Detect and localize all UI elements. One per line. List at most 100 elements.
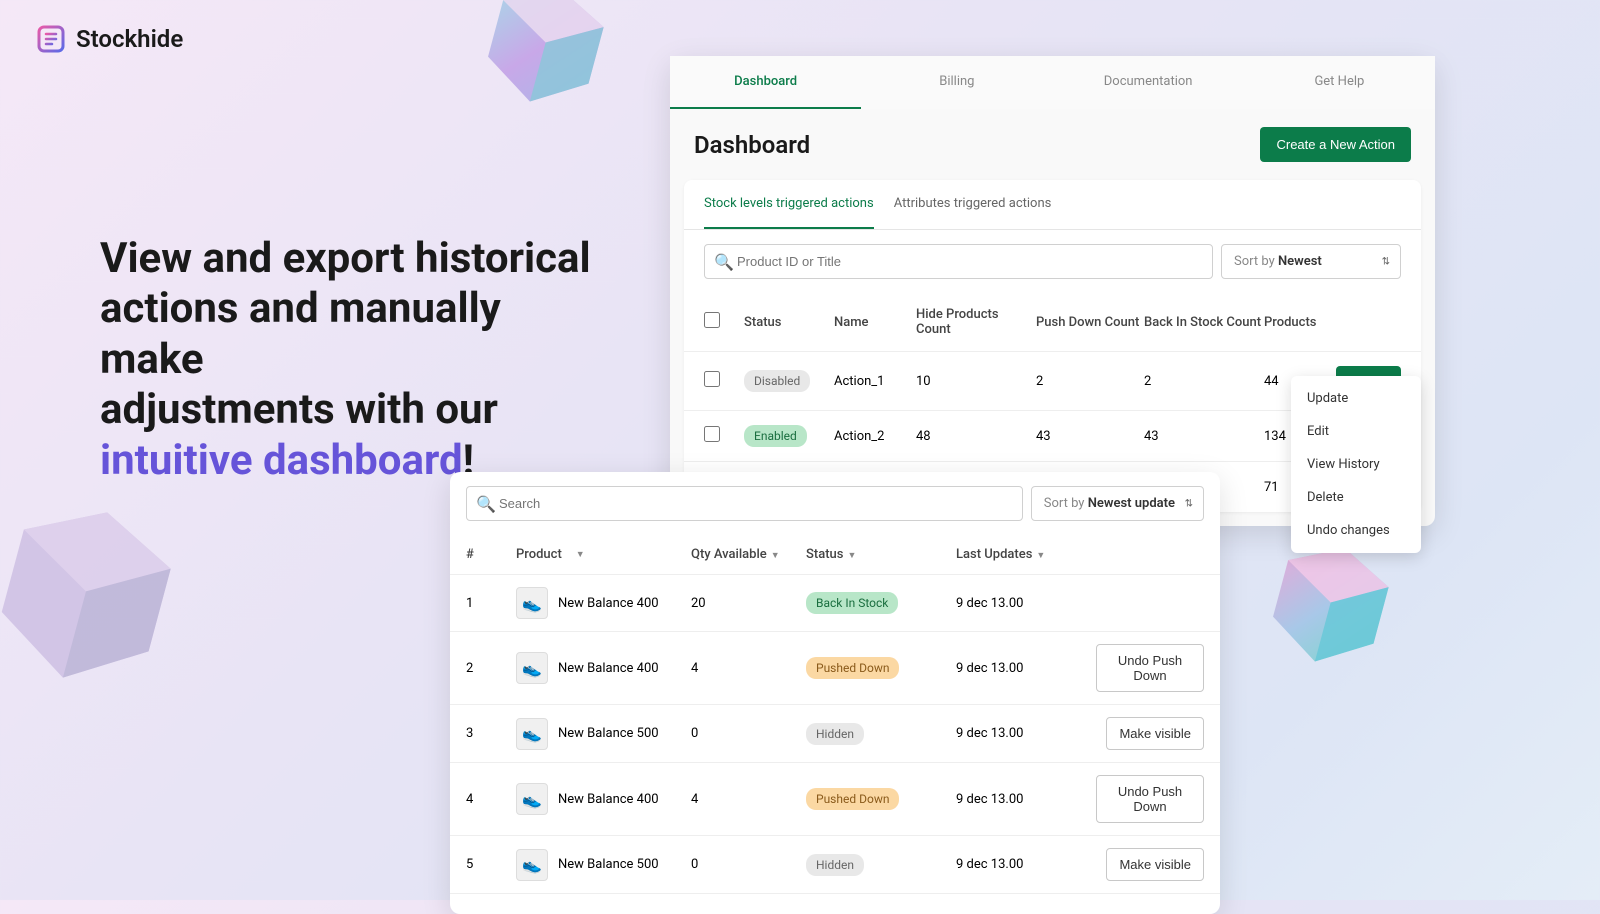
last-update: 9 dec 13.00 xyxy=(956,661,1096,676)
product-name: New Balance 500 xyxy=(558,726,659,741)
push-count: 2 xyxy=(1036,374,1144,389)
col-header-products: Products xyxy=(1264,315,1334,330)
last-update: 9 dec 13.00 xyxy=(956,726,1096,741)
row-action-button[interactable]: Undo Push Down xyxy=(1096,644,1204,692)
action-subtabs: Stock levels triggered actions Attribute… xyxy=(684,180,1421,230)
back-count: 2 xyxy=(1144,374,1264,389)
product-thumbnail: 👟 xyxy=(516,849,548,881)
sort-icon: ▼ xyxy=(771,551,780,561)
row-checkbox[interactable] xyxy=(704,371,720,387)
product-name: New Balance 400 xyxy=(558,661,659,676)
qty-available: 0 xyxy=(691,857,806,872)
tab-dashboard[interactable]: Dashboard xyxy=(670,56,861,109)
col-header-back: Back In Stock Count xyxy=(1144,315,1264,330)
push-count: 43 xyxy=(1036,429,1144,444)
row-number: 4 xyxy=(466,792,516,807)
col-header-name: Name xyxy=(834,315,916,330)
brand-name: Stockhide xyxy=(76,25,183,53)
tab-documentation[interactable]: Documentation xyxy=(1053,56,1244,109)
product-thumbnail: 👟 xyxy=(516,587,548,619)
row-number: 3 xyxy=(466,726,516,741)
col-header-qty[interactable]: Qty Available▼ xyxy=(691,547,806,562)
status-badge: Hidden xyxy=(806,723,864,745)
history-search-box: 🔍 xyxy=(466,486,1023,521)
select-all-checkbox[interactable] xyxy=(704,312,720,328)
menu-undo-changes[interactable]: Undo changes xyxy=(1291,514,1421,547)
action-name: Action_2 xyxy=(834,429,916,444)
sort-label: Sort by xyxy=(1234,254,1275,269)
col-header-num: # xyxy=(466,547,516,562)
col-header-updates[interactable]: Last Updates▼ xyxy=(956,547,1096,562)
tab-billing[interactable]: Billing xyxy=(861,56,1052,109)
dashboard-panel: Dashboard Billing Documentation Get Help… xyxy=(670,56,1435,526)
col-header-status[interactable]: Status▼ xyxy=(806,547,956,562)
logo-icon xyxy=(36,24,66,54)
status-badge: Pushed Down xyxy=(806,788,899,810)
col-header-product[interactable]: Product▼ xyxy=(516,547,691,562)
updown-icon: ⇅ xyxy=(1185,498,1193,509)
menu-view-history[interactable]: View History xyxy=(1291,448,1421,481)
row-number: 5 xyxy=(466,857,516,872)
status-badge: Back In Stock xyxy=(806,592,898,614)
history-sort-select[interactable]: Sort by Newest update ⇅ xyxy=(1031,486,1204,521)
qty-available: 4 xyxy=(691,792,806,807)
product-thumbnail: 👟 xyxy=(516,652,548,684)
row-actions-dropdown: Update Edit View History Delete Undo cha… xyxy=(1291,376,1421,553)
search-icon: 🔍 xyxy=(714,252,734,271)
subtab-attributes[interactable]: Attributes triggered actions xyxy=(894,180,1052,229)
sort-value: Newest update xyxy=(1088,496,1175,511)
product-row: 1 👟 New Balance 400 20 Back In Stock 9 d… xyxy=(450,575,1220,632)
sort-icon: ▼ xyxy=(1036,551,1045,561)
row-action-button[interactable]: Make visible xyxy=(1106,717,1204,750)
row-action-button[interactable]: Make visible xyxy=(1106,848,1204,881)
qty-available: 20 xyxy=(691,596,806,611)
status-badge: Disabled xyxy=(744,370,810,392)
menu-update[interactable]: Update xyxy=(1291,382,1421,415)
page-title: Dashboard xyxy=(694,131,810,159)
qty-available: 4 xyxy=(691,661,806,676)
history-panel: 🔍 Sort by Newest update ⇅ # Product▼ Qty… xyxy=(450,472,1220,914)
row-number: 2 xyxy=(466,661,516,676)
action-name: Action_1 xyxy=(834,374,916,389)
last-update: 9 dec 13.00 xyxy=(956,857,1096,872)
product-row: 3 👟 New Balance 500 0 Hidden 9 dec 13.00… xyxy=(450,705,1220,763)
headline-line: View and export historical xyxy=(100,234,591,283)
sort-icon: ▼ xyxy=(576,549,585,560)
product-row: 2 👟 New Balance 400 4 Pushed Down 9 dec … xyxy=(450,632,1220,705)
main-tabs: Dashboard Billing Documentation Get Help xyxy=(670,56,1435,109)
product-thumbnail: 👟 xyxy=(516,718,548,750)
actions-search-input[interactable] xyxy=(704,244,1213,279)
headline-line: adjustments with our xyxy=(100,385,498,434)
back-count: 43 xyxy=(1144,429,1264,444)
menu-edit[interactable]: Edit xyxy=(1291,415,1421,448)
sort-value: Newest xyxy=(1278,254,1322,269)
brand-logo: Stockhide xyxy=(36,24,183,54)
actions-search-box: 🔍 xyxy=(704,244,1213,279)
hide-count: 10 xyxy=(916,374,1036,389)
product-name: New Balance 400 xyxy=(558,792,659,807)
history-search-input[interactable] xyxy=(466,486,1023,521)
create-action-button[interactable]: Create a New Action xyxy=(1260,127,1411,162)
row-checkbox[interactable] xyxy=(704,426,720,442)
tab-get-help[interactable]: Get Help xyxy=(1244,56,1435,109)
row-number: 1 xyxy=(466,596,516,611)
last-update: 9 dec 13.00 xyxy=(956,792,1096,807)
status-badge: Hidden xyxy=(806,854,864,876)
sort-label: Sort by xyxy=(1044,496,1085,511)
product-name: New Balance 500 xyxy=(558,857,659,872)
decorative-cube xyxy=(0,479,201,712)
col-header-status: Status xyxy=(744,315,834,330)
headline-line: actions and manually make xyxy=(100,284,501,383)
search-icon: 🔍 xyxy=(476,494,496,513)
decorative-cube xyxy=(465,0,624,125)
menu-delete[interactable]: Delete xyxy=(1291,481,1421,514)
actions-sort-select[interactable]: Sort by Newest ⇅ xyxy=(1221,244,1401,279)
headline-accent: intuitive dashboard xyxy=(100,436,463,485)
updown-icon: ⇅ xyxy=(1382,256,1390,267)
status-badge: Pushed Down xyxy=(806,657,899,679)
subtab-stock-levels[interactable]: Stock levels triggered actions xyxy=(704,180,874,229)
row-action-button[interactable]: Undo Push Down xyxy=(1096,775,1204,823)
last-update: 9 dec 13.00 xyxy=(956,596,1096,611)
product-thumbnail: 👟 xyxy=(516,783,548,815)
status-badge: Enabled xyxy=(744,425,807,447)
